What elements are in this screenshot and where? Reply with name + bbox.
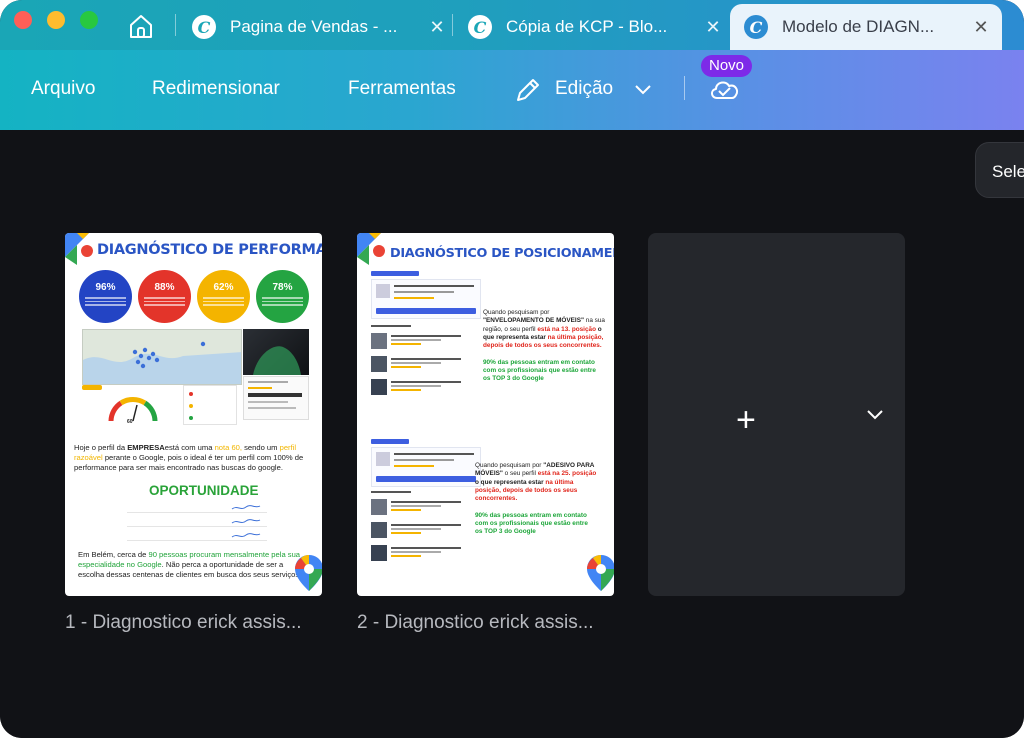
google-maps-logo-icon xyxy=(293,553,322,596)
stat-circle: 96% xyxy=(79,270,132,323)
tab-title: Modelo de DIAGN... xyxy=(782,17,935,36)
search-result-panel xyxy=(371,447,481,487)
keyword-result-text-1: Quando pesquisam por "ENVELOPAMENTO DE MÓ… xyxy=(483,309,605,383)
tab-divider xyxy=(175,14,176,36)
close-tab-icon[interactable]: ✕ xyxy=(702,17,724,38)
opportunity-heading: OPORTUNIDADE xyxy=(149,483,259,498)
stat-circle: 88% xyxy=(138,270,191,323)
pencil-icon[interactable] xyxy=(514,76,542,104)
tab-pagina-de-vendas[interactable]: C Pagina de Vendas - ... ✕ xyxy=(192,4,448,50)
page-title: DIAGNÓSTICO DE PERFORMANCE xyxy=(97,242,322,258)
score-gauge: 60 xyxy=(105,393,161,425)
app-window: C Pagina de Vendas - ... ✕ C Cópia de KC… xyxy=(0,0,1024,738)
close-window-button[interactable] xyxy=(14,11,32,29)
tab-title: Pagina de Vendas - ... xyxy=(230,17,398,36)
tab-bar: C Pagina de Vendas - ... ✕ C Cópia de KC… xyxy=(0,0,1024,50)
competitor-list xyxy=(371,325,481,397)
opportunity-text: Em Belém, cerca de 90 pessoas procuram m… xyxy=(78,550,302,579)
trend-sparklines xyxy=(231,505,261,538)
chevron-down-icon[interactable] xyxy=(864,403,886,425)
canva-logo-icon: C xyxy=(192,15,216,39)
google-maps-logo-icon xyxy=(585,553,614,596)
close-tab-icon[interactable]: ✕ xyxy=(426,17,448,38)
competitor-list xyxy=(371,491,481,563)
pages-grid-view: Sele DIAGNÓSTICO DE PERFORMANCE 96% 88% xyxy=(0,130,1024,738)
page-title: DIAGNÓSTICO DE POSICIONAMENTO xyxy=(390,246,614,261)
menu-divider xyxy=(684,76,685,100)
canva-logo-icon: C xyxy=(744,15,768,39)
google-maps-logo-icon xyxy=(65,233,95,270)
menu-redimensionar[interactable]: Redimensionar xyxy=(152,78,280,100)
menu-arquivo[interactable]: Arquivo xyxy=(31,78,95,100)
page-label-2[interactable]: 2 - Diagnostico erick assis... xyxy=(357,612,617,634)
select-button[interactable]: Sele xyxy=(975,142,1024,198)
editor-menu-bar: Arquivo Redimensionar Ferramentas Edição… xyxy=(0,50,1024,130)
close-tab-icon[interactable]: ✕ xyxy=(970,17,992,38)
tab-divider xyxy=(452,14,453,36)
canva-logo-icon: C xyxy=(468,15,492,39)
menu-edicao[interactable]: Edição xyxy=(555,78,613,100)
page-thumbnail-2[interactable]: DIAGNÓSTICO DE POSICIONAMENTO Quando pes… xyxy=(357,233,614,596)
home-icon[interactable] xyxy=(126,11,156,41)
profile-card xyxy=(243,376,309,420)
keyword-result-text-2: Quando pesquisam por "ADESIVO PARA MÓVEI… xyxy=(475,462,597,536)
tab-copia-de-kcp[interactable]: C Cópia de KCP - Blo... ✕ xyxy=(468,4,724,50)
novo-badge: Novo xyxy=(701,55,753,77)
cloud-saved-icon[interactable] xyxy=(708,76,742,102)
map-image xyxy=(82,329,242,385)
legend-box xyxy=(183,385,237,425)
page-thumbnail-1[interactable]: DIAGNÓSTICO DE PERFORMANCE 96% 88% 62% 7… xyxy=(65,233,322,596)
page-label-1[interactable]: 1 - Diagnostico erick assis... xyxy=(65,612,325,634)
add-page-button[interactable]: + xyxy=(736,401,756,440)
maximize-window-button[interactable] xyxy=(80,11,98,29)
search-result-panel xyxy=(371,279,481,319)
tab-title: Cópia de KCP - Blo... xyxy=(506,17,668,36)
stat-circle: 78% xyxy=(256,270,309,323)
menu-ferramentas[interactable]: Ferramentas xyxy=(348,78,456,100)
add-page-card[interactable]: + xyxy=(648,233,905,596)
performance-text: Hoje o perfil da EMPRESAestá com uma not… xyxy=(74,443,304,472)
profile-photo-image xyxy=(243,329,309,375)
minimize-window-button[interactable] xyxy=(47,11,65,29)
stat-circle: 62% xyxy=(197,270,250,323)
google-maps-logo-icon xyxy=(357,233,387,270)
chevron-down-icon[interactable] xyxy=(634,82,652,96)
tab-modelo-de-diagnostico[interactable]: C Modelo de DIAGN... ✕ xyxy=(730,4,1002,50)
